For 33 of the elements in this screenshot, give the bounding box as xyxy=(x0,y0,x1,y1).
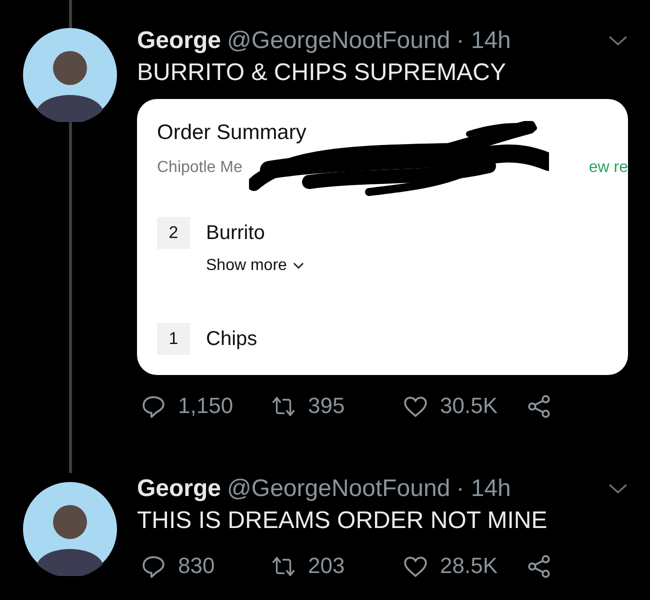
tweet-text: THIS IS DREAMS ORDER NOT MINE xyxy=(137,507,548,535)
chevron-down-icon[interactable] xyxy=(608,35,628,47)
tweet-time: · 14h xyxy=(456,475,511,503)
quantity-badge: 2 xyxy=(157,217,190,249)
author-name: George xyxy=(137,475,222,503)
chevron-down-icon[interactable] xyxy=(608,483,628,495)
retweet-count: 203 xyxy=(308,553,345,579)
reply-count: 1,150 xyxy=(178,393,234,419)
item-name: Chips xyxy=(206,328,258,351)
author-name: George xyxy=(137,27,222,55)
order-screenshot[interactable]: Order Summary Chipotle Me ew re 2 Burrito Show more 1 Chips xyxy=(137,99,628,375)
item-name: Burrito xyxy=(206,222,266,245)
like-count: 30.5K xyxy=(440,393,498,419)
reply-icon[interactable] xyxy=(141,394,166,418)
show-more-link[interactable]: Show more xyxy=(206,257,304,275)
author-handle: @GeorgeNootFound xyxy=(227,475,450,503)
restaurant-name: Chipotle Me xyxy=(157,159,242,177)
heart-icon[interactable] xyxy=(403,394,428,418)
retweet-count: 395 xyxy=(308,393,345,419)
avatar[interactable] xyxy=(23,482,117,576)
share-icon[interactable] xyxy=(527,394,552,419)
avatar[interactable] xyxy=(23,28,117,122)
tweet-time: · 14h xyxy=(456,27,511,55)
author-handle: @GeorgeNootFound xyxy=(227,27,450,55)
reply-count: 830 xyxy=(178,553,215,579)
order-title: Order Summary xyxy=(157,121,308,145)
tweet-text: BURRITO & CHIPS SUPREMACY xyxy=(137,59,507,87)
reply-icon[interactable] xyxy=(141,554,166,578)
share-icon[interactable] xyxy=(527,554,552,579)
chevron-down-icon xyxy=(292,262,304,270)
like-count: 28.5K xyxy=(440,553,498,579)
heart-icon[interactable] xyxy=(403,554,428,578)
quantity-badge: 1 xyxy=(157,323,190,355)
